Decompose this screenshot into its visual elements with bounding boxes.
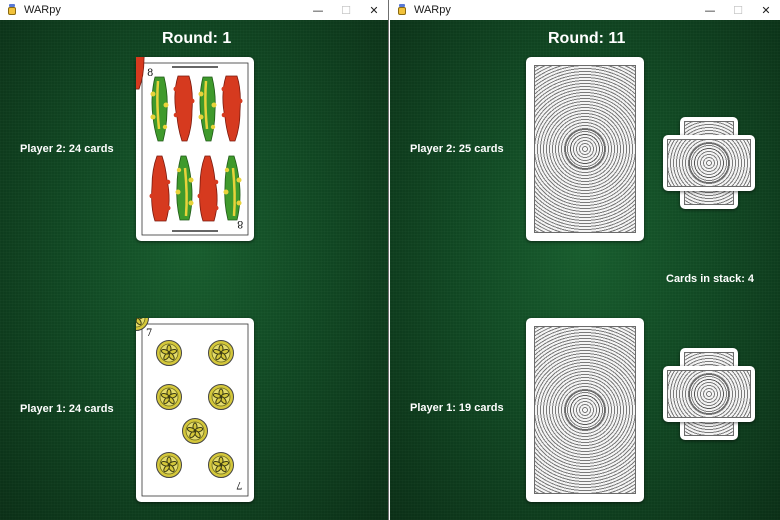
window-title: WARpy: [24, 4, 61, 16]
card-rank-top: 7: [146, 328, 152, 339]
game-window-right: WARpy — ☐ ✕ Round: 11 Player 2: 25 cards…: [390, 0, 780, 520]
round-label: Round: 11: [548, 30, 626, 47]
close-button[interactable]: ✕: [360, 0, 388, 20]
maximize-button[interactable]: ☐: [724, 0, 752, 20]
card-rank-bottom: 8: [237, 218, 243, 229]
card-rank-top: 8: [147, 68, 153, 79]
player1-stack-card-horizontal: [663, 366, 755, 422]
python-jar-icon: [396, 4, 408, 16]
stack-count-label: Cards in stack: 4: [666, 273, 755, 285]
seven-of-coins-card-face: 7 7: [136, 318, 249, 497]
round-label: Round: 1: [162, 30, 232, 47]
player1-card[interactable]: 7 7: [136, 318, 254, 502]
card-back-pattern: [534, 65, 636, 233]
title-bar[interactable]: WARpy — ☐ ✕: [0, 0, 388, 20]
player2-label: Player 2: 25 cards: [410, 143, 504, 155]
player1-label: Player 1: 19 cards: [410, 402, 504, 414]
window-title: WARpy: [414, 4, 451, 16]
minimize-button[interactable]: —: [696, 0, 724, 20]
title-bar[interactable]: WARpy — ☐ ✕: [390, 0, 780, 20]
game-window-left: WARpy — ☐ ✕ Round: 1 Player 2: 24 cards …: [0, 0, 389, 520]
python-jar-icon: [6, 4, 18, 16]
maximize-button[interactable]: ☐: [332, 0, 360, 20]
player1-card-back[interactable]: [526, 318, 644, 502]
close-button[interactable]: ✕: [752, 0, 780, 20]
player2-label: Player 2: 24 cards: [20, 143, 114, 155]
card-back-pattern: [534, 326, 636, 494]
player1-label: Player 1: 24 cards: [20, 403, 114, 415]
player2-card-back[interactable]: [526, 57, 644, 241]
minimize-button[interactable]: —: [304, 0, 332, 20]
eight-of-clubs-card-face: 8 8: [136, 57, 249, 236]
card-rank-bottom: 7: [236, 479, 242, 490]
player2-card[interactable]: 8 8: [136, 57, 254, 241]
player2-stack-card-horizontal: [663, 135, 755, 191]
game-board: Round: 11 Player 2: 25 cards Player 1: 1…: [390, 20, 780, 520]
game-board: Round: 1 Player 2: 24 cards Player 1: 24…: [0, 20, 388, 520]
